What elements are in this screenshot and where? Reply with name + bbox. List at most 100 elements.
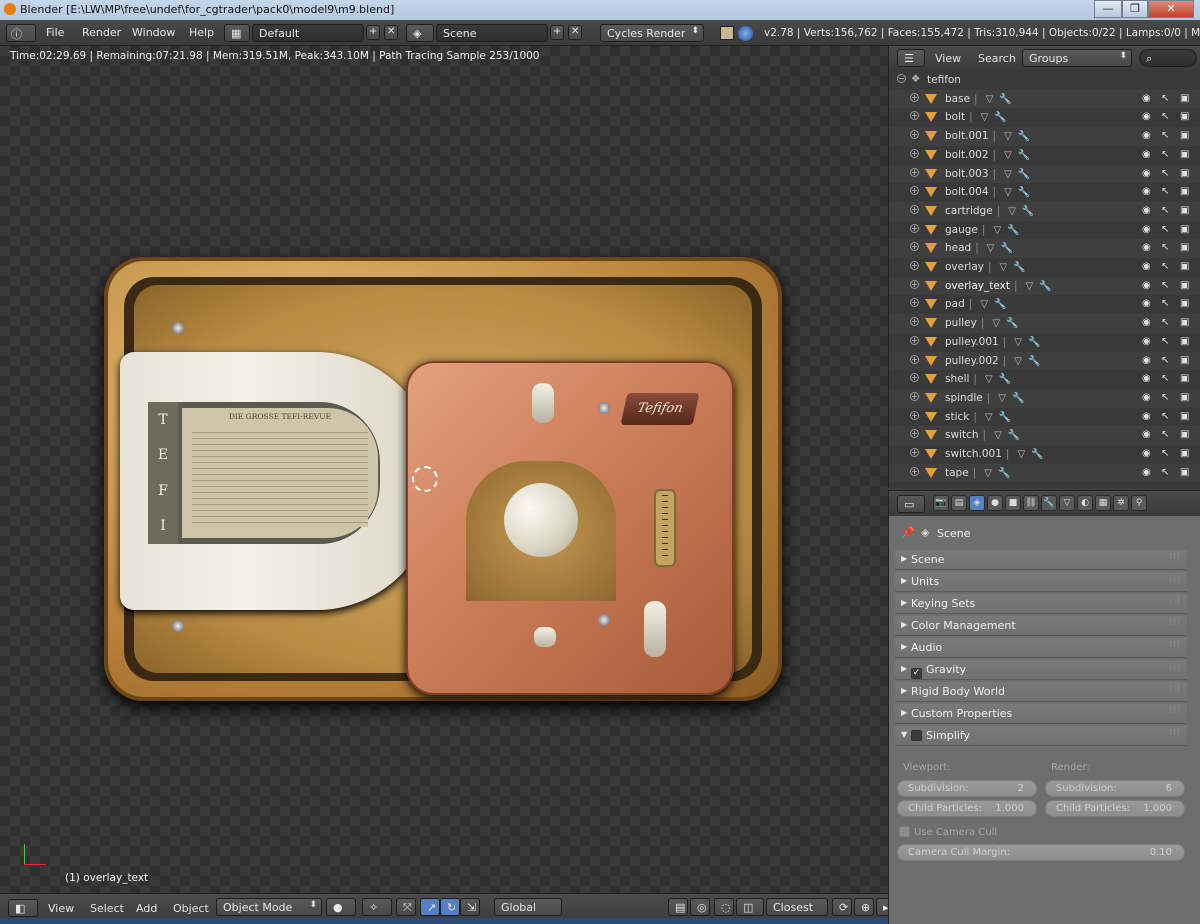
outliner-item[interactable]: + spindle | ▽ 🔧 ◉ ↖ ▣ [889, 388, 1200, 408]
modifier-wrench-icon[interactable]: 🔧 [999, 374, 1011, 385]
expand-icon[interactable]: + [910, 373, 919, 383]
selectable-cursor-icon[interactable]: ↖ [1161, 205, 1169, 216]
mesh-data-icon[interactable]: ▽ [986, 94, 994, 105]
render-camera-icon[interactable]: ▣ [1180, 168, 1189, 179]
shading-select[interactable]: ● [326, 898, 356, 916]
remove-scene-icon[interactable]: ✕ [568, 25, 582, 40]
expand-icon[interactable]: + [910, 223, 919, 233]
selectable-cursor-icon[interactable]: ↖ [1161, 448, 1169, 459]
camera-cull-margin-field[interactable]: Camera Cull Margin: 0.10 [897, 844, 1185, 861]
viewport-subdivision-field[interactable]: Subdivision: 2 [897, 780, 1037, 797]
selectable-cursor-icon[interactable]: ↖ [1161, 373, 1169, 384]
modifier-wrench-icon[interactable]: 🔧 [994, 299, 1006, 310]
outliner-item[interactable]: + pulley | ▽ 🔧 ◉ ↖ ▣ [889, 314, 1200, 333]
outliner-item[interactable]: + gauge | ▽ 🔧 ◉ ↖ ▣ [889, 221, 1200, 240]
expand-icon[interactable]: + [910, 148, 919, 158]
drag-handle-icon[interactable]: ⁞⁞⁞ [1169, 596, 1181, 606]
selectable-cursor-icon[interactable]: ↖ [1161, 392, 1169, 403]
menu-add[interactable]: Add [136, 902, 157, 915]
visibility-eye-icon[interactable]: ◉ [1142, 261, 1151, 272]
mesh-data-icon[interactable]: ▽ [1008, 206, 1016, 217]
mesh-data-icon[interactable]: ▽ [981, 112, 989, 123]
snap-toggle-icon[interactable]: ◌ [714, 898, 734, 916]
expand-icon[interactable]: + [910, 335, 919, 345]
menu-view[interactable]: View [48, 902, 74, 915]
drag-handle-icon[interactable]: ⁞⁞⁞ [1169, 640, 1181, 650]
outliner-item[interactable]: + stick | ▽ 🔧 ◉ ↖ ▣ [889, 408, 1200, 427]
proportional-icon[interactable]: ◎ [690, 898, 710, 916]
selectable-cursor-icon[interactable]: ↖ [1161, 168, 1169, 179]
layers-icon[interactable]: ▤ [668, 898, 688, 916]
use-camera-cull-toggle[interactable]: Use Camera Cull [899, 826, 997, 838]
panel-custom-properties[interactable]: ▶ Custom Properties ⁞⁞⁞ [895, 704, 1187, 724]
modifier-wrench-icon[interactable]: 🔧 [1039, 281, 1051, 292]
scale-icon[interactable]: ⇲ [460, 898, 480, 916]
outliner-item[interactable]: + base | ▽ 🔧 ◉ ↖ ▣ [889, 89, 1200, 109]
menu-help[interactable]: Help [189, 26, 214, 39]
material-tab-icon[interactable]: ◐ [1077, 495, 1093, 511]
modifier-wrench-icon[interactable]: 🔧 [998, 468, 1010, 479]
visibility-eye-icon[interactable]: ◉ [1142, 429, 1151, 440]
orientation-select[interactable]: Global [494, 898, 562, 916]
visibility-eye-icon[interactable]: ◉ [1142, 242, 1151, 253]
panel-rigid-body-world[interactable]: ▶ Rigid Body World ⁞⁞⁞ [895, 682, 1187, 702]
use-camera-cull-checkbox[interactable] [899, 826, 910, 837]
expand-icon[interactable]: + [910, 111, 919, 121]
visibility-eye-icon[interactable]: ◉ [1142, 373, 1151, 384]
render-camera-icon[interactable]: ▣ [1180, 373, 1189, 384]
visibility-eye-icon[interactable]: ◉ [1142, 392, 1151, 403]
expand-icon[interactable]: + [910, 186, 919, 196]
drag-handle-icon[interactable]: ⁞⁞⁞ [1169, 574, 1181, 584]
outliner-editor-icon[interactable]: ☰ [897, 49, 925, 67]
add-scene-icon[interactable]: + [550, 25, 564, 40]
expand-icon[interactable]: + [910, 391, 919, 401]
mesh-data-icon[interactable]: ▽ [1014, 356, 1022, 367]
outliner-item[interactable]: + switch.001 | ▽ 🔧 ◉ ↖ ▣ [889, 445, 1200, 464]
selectable-cursor-icon[interactable]: ↖ [1161, 149, 1169, 160]
outliner-menu-search[interactable]: Search [978, 52, 1016, 65]
render-engine-select[interactable]: Cycles Render ⬍ [600, 24, 704, 42]
mesh-data-icon[interactable]: ▽ [998, 393, 1006, 404]
render-camera-icon[interactable]: ▣ [1180, 355, 1189, 366]
mesh-data-icon[interactable]: ▽ [1004, 150, 1012, 161]
outliner-item[interactable]: + pad | ▽ 🔧 ◉ ↖ ▣ [889, 295, 1200, 314]
modifier-wrench-icon[interactable]: 🔧 [1018, 169, 1030, 180]
selectable-cursor-icon[interactable]: ↖ [1161, 261, 1169, 272]
editor-type-button[interactable]: ⓘ [6, 24, 36, 42]
modifier-wrench-icon[interactable]: 🔧 [994, 112, 1006, 123]
snap-element-icon[interactable]: ◫ [736, 898, 764, 916]
mesh-data-icon[interactable]: ▽ [985, 412, 993, 423]
outliner-item[interactable]: + pulley.001 | ▽ 🔧 ◉ ↖ ▣ [889, 333, 1200, 352]
outliner-item[interactable]: + tape | ▽ 🔧 ◉ ↖ ▣ [889, 463, 1200, 483]
outliner-item[interactable]: + cartridge | ▽ 🔧 ◉ ↖ ▣ [889, 201, 1200, 221]
mesh-data-icon[interactable]: ▽ [1004, 131, 1012, 142]
panel-scene[interactable]: ▶ Scene ⁞⁞⁞ [895, 550, 1187, 570]
pin-icon[interactable]: 📌 [901, 526, 915, 539]
modifier-wrench-icon[interactable]: 🔧 [1018, 150, 1030, 161]
drag-handle-icon[interactable]: ⁞⁞⁞ [1169, 728, 1181, 738]
mesh-data-icon[interactable]: ▽ [992, 318, 1000, 329]
selectable-cursor-icon[interactable]: ↖ [1161, 280, 1169, 291]
snap-project-icon[interactable]: ⊕ [854, 898, 874, 916]
mesh-data-icon[interactable]: ▽ [994, 430, 1002, 441]
visibility-eye-icon[interactable]: ◉ [1142, 298, 1151, 309]
physics-tab-icon[interactable]: ⚲ [1131, 495, 1147, 511]
visibility-eye-icon[interactable]: ◉ [1142, 130, 1151, 141]
outliner-item[interactable]: + head | ▽ 🔧 ◉ ↖ ▣ [889, 239, 1200, 258]
manipulator-toggle[interactable]: ⤧ [396, 898, 416, 916]
translate-icon[interactable]: ↗ [420, 898, 440, 916]
visibility-eye-icon[interactable]: ◉ [1142, 149, 1151, 160]
render-camera-icon[interactable]: ▣ [1180, 298, 1189, 309]
snap-rotation-icon[interactable]: ⟳ [832, 898, 852, 916]
modifier-wrench-icon[interactable]: 🔧 [1007, 225, 1019, 236]
mesh-data-icon[interactable]: ▽ [1004, 187, 1012, 198]
visibility-eye-icon[interactable]: ◉ [1142, 168, 1151, 179]
visibility-eye-icon[interactable]: ◉ [1142, 355, 1151, 366]
outliner-display-select[interactable]: Groups ⬍ [1022, 49, 1132, 67]
data-tab-icon[interactable]: ▽ [1059, 495, 1075, 511]
render-camera-icon[interactable]: ▣ [1180, 93, 1189, 104]
drag-handle-icon[interactable]: ⁞⁞⁞ [1169, 618, 1181, 628]
add-layout-icon[interactable]: + [366, 25, 380, 40]
expand-icon[interactable]: + [910, 261, 919, 270]
close-window-button[interactable]: ✕ [1148, 0, 1194, 18]
